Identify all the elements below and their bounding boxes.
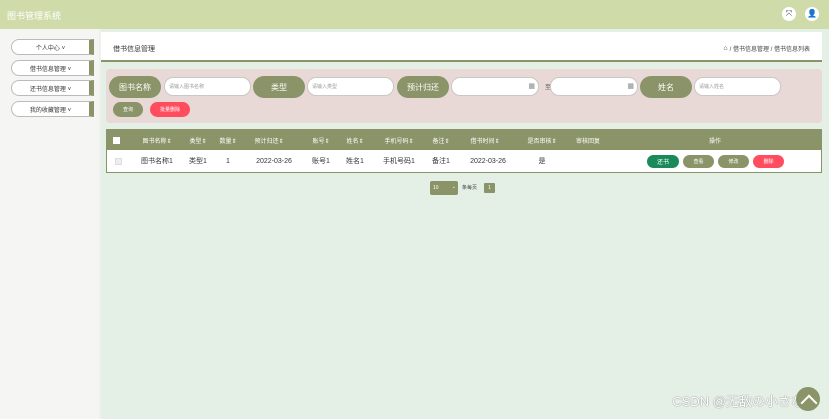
fullscreen-icon[interactable]: ⤧: [782, 7, 796, 21]
page-size-select[interactable]: 10 ⌄: [430, 181, 458, 195]
type-label: 类型: [253, 76, 305, 98]
page-title: 借书信息管理: [113, 46, 155, 53]
column-header: 操作: [708, 138, 721, 145]
table-cell: 姓名1: [346, 158, 364, 165]
sidebar-item-label: 我的收藏管理 ˅: [29, 107, 72, 114]
calendar-icon: ▦: [627, 83, 634, 90]
expected-return-label: 预计归还: [397, 76, 449, 98]
sidebar-item-favorites-management[interactable]: 我的收藏管理 ˅: [11, 101, 94, 117]
sidebar-item-borrow-management[interactable]: 借书信息管理 ˅: [11, 60, 94, 76]
return-book-button[interactable]: 还书: [647, 155, 679, 168]
sidebar: 个人中心 ˅ 借书信息管理 ˅ 还书信息管理 ˅ 我的收藏管理 ˅: [0, 29, 99, 419]
main-content: 借书信息管理 ⌂ / 借书信息管理 / 借书信息列表 图书名称 请输入图书名称 …: [101, 29, 829, 419]
column-header[interactable]: 图书名称⇕: [136, 130, 178, 150]
page-size-value: 10: [433, 185, 439, 191]
table-cell: 类型1: [189, 158, 207, 165]
name-input[interactable]: 请输入姓名: [694, 77, 781, 96]
book-name-input[interactable]: 请输入图书名称: [164, 77, 251, 96]
app-title: 图书管理系统: [7, 11, 62, 21]
back-to-top-button[interactable]: [796, 387, 820, 411]
sidebar-item-return-management[interactable]: 还书信息管理 ˅: [11, 80, 94, 96]
table-cell: 图书名称1: [141, 158, 173, 165]
borrow-table: 图书名称⇕ 类型⇕ 数量⇕ 预计归还⇕ 账号⇕ 姓名⇕ 手机号码⇕ 备注⇕ 借书…: [106, 129, 822, 173]
page-number-current[interactable]: 1: [484, 183, 495, 193]
return-date-start-input[interactable]: ▦: [451, 77, 539, 96]
column-header[interactable]: 备注⇕: [429, 130, 453, 150]
sidebar-item-personal-center[interactable]: 个人中心 ˅: [11, 39, 94, 55]
delete-button[interactable]: 删除: [753, 155, 784, 168]
column-header[interactable]: 手机号码⇕: [378, 130, 420, 150]
table-cell: [570, 150, 606, 172]
breadcrumb-path[interactable]: / 借书信息管理 / 借书信息列表: [730, 44, 810, 53]
column-header[interactable]: 借书时间⇕: [463, 130, 507, 150]
column-header[interactable]: 账号⇕: [309, 130, 333, 150]
per-page-label: 条每页: [462, 185, 478, 191]
book-name-label: 图书名称: [109, 76, 161, 98]
column-header[interactable]: 是否审核⇕: [522, 130, 562, 150]
table-cell: 2022-03-26: [256, 157, 292, 165]
top-bar: 图书管理系统 ⤧ 👤: [0, 0, 829, 29]
type-input[interactable]: 请输入类型: [307, 77, 394, 96]
table-header: 图书名称⇕ 类型⇕ 数量⇕ 预计归还⇕ 账号⇕ 姓名⇕ 手机号码⇕ 备注⇕ 借书…: [107, 130, 821, 150]
column-header[interactable]: 预计归还⇕: [249, 130, 289, 150]
calendar-icon: ▦: [528, 83, 535, 90]
chevron-down-icon: ⌄: [451, 184, 456, 190]
breadcrumb-bar: 借书信息管理 ⌂ / 借书信息管理 / 借书信息列表: [101, 32, 822, 62]
table-cell: 备注1: [432, 158, 450, 165]
user-icon[interactable]: 👤: [805, 7, 819, 21]
select-all-checkbox[interactable]: [113, 130, 120, 150]
column-header: 审核回复: [575, 138, 600, 145]
query-button[interactable]: 查询: [113, 102, 143, 117]
return-date-end-input[interactable]: ▦: [550, 77, 638, 96]
table-cell: 1: [226, 157, 230, 165]
row-checkbox[interactable]: [113, 150, 123, 172]
sidebar-item-label: 个人中心 ˅: [35, 45, 66, 52]
table-cell: 账号1: [312, 158, 330, 165]
table-cell: 2022-03-26: [470, 157, 506, 165]
search-panel: 图书名称 请输入图书名称 类型 请输入类型 预计归还 ▦ 至 ▦ 姓名 请输入姓…: [106, 69, 822, 123]
table-row: 图书名称1 类型1 1 2022-03-26 账号1 姓名1 手机号码1 备注1…: [107, 150, 821, 172]
table-cell: 手机号码1: [383, 158, 415, 165]
column-header[interactable]: 数量⇕: [217, 130, 239, 150]
batch-delete-button[interactable]: 批量删除: [150, 102, 190, 117]
home-icon[interactable]: ⌂: [723, 45, 727, 52]
sidebar-item-label: 还书信息管理 ˅: [29, 86, 72, 93]
view-button[interactable]: 查看: [683, 155, 714, 168]
table-cell: 是: [538, 158, 546, 165]
breadcrumb: ⌂ / 借书信息管理 / 借书信息列表: [723, 44, 810, 53]
sidebar-item-label: 借书信息管理 ˅: [29, 66, 72, 73]
column-header[interactable]: 类型⇕: [185, 130, 211, 150]
edit-button[interactable]: 修改: [718, 155, 749, 168]
name-label: 姓名: [640, 76, 692, 98]
column-header[interactable]: 姓名⇕: [343, 130, 367, 150]
